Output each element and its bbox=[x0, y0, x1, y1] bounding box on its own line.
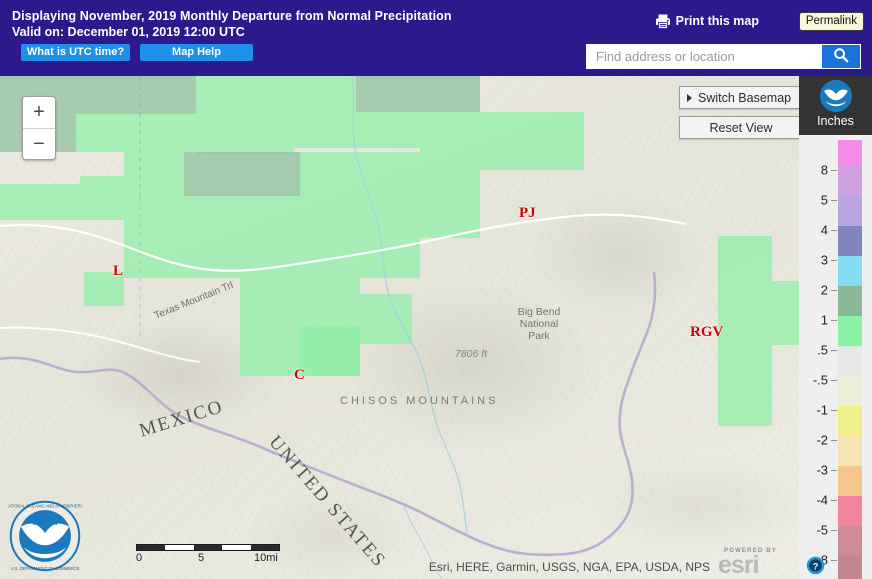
what-is-utc-button[interactable]: What is UTC time? bbox=[21, 44, 130, 61]
legend-tick-group: 854321.5-.5-1-2-3-4-5-8 bbox=[799, 135, 872, 579]
legend-tick bbox=[831, 380, 837, 381]
precipitation-map-app: Displaying November, 2019 Monthly Depart… bbox=[0, 0, 872, 579]
legend-tick bbox=[831, 200, 837, 201]
page-title: Displaying November, 2019 Monthly Depart… bbox=[12, 9, 452, 23]
scale-label-mid: 5 bbox=[198, 552, 205, 564]
legend-tick bbox=[831, 290, 837, 291]
noaa-logo-large: NOAA NATIONAL OCEANIC AND ATMOSPHERIC U.… bbox=[5, 499, 85, 573]
noaa-logo-icon: NOAA bbox=[799, 79, 872, 113]
station-marker-rgv[interactable]: RGV bbox=[690, 324, 723, 341]
svg-text:NOAA: NOAA bbox=[828, 85, 843, 91]
unit-panel: NOAA Inches bbox=[799, 76, 872, 135]
legend-value: 1 bbox=[820, 312, 828, 328]
station-marker-l[interactable]: L bbox=[113, 263, 123, 280]
reset-view-button[interactable]: Reset View bbox=[679, 116, 803, 139]
legend-value: -3 bbox=[816, 462, 828, 478]
print-map-button[interactable]: Print this map bbox=[655, 11, 759, 31]
search-icon bbox=[833, 47, 849, 66]
esri-wordmark: esri bbox=[718, 551, 759, 579]
zoom-control: + − bbox=[22, 96, 56, 160]
legend-tick bbox=[831, 470, 837, 471]
scale-seg bbox=[250, 545, 280, 550]
legend-tick bbox=[831, 500, 837, 501]
legend-value: 8 bbox=[820, 162, 828, 178]
search-input[interactable] bbox=[587, 45, 822, 68]
legend-tick bbox=[831, 440, 837, 441]
scale-seg bbox=[193, 545, 223, 550]
legend-value: 5 bbox=[820, 192, 828, 208]
map-canvas[interactable]: MEXICO UNITED STATES CHISOS MOUNTAINS 7806 … bbox=[0, 76, 872, 579]
scale-seg bbox=[137, 545, 166, 550]
legend-value: .5 bbox=[817, 342, 828, 358]
station-marker-c[interactable]: C bbox=[294, 367, 305, 384]
zoom-out-button[interactable]: − bbox=[23, 128, 55, 159]
map-help-button[interactable]: Map Help bbox=[140, 44, 253, 61]
legend-tick bbox=[831, 260, 837, 261]
legend-value: 4 bbox=[820, 222, 828, 238]
help-icon[interactable]: ? bbox=[806, 556, 825, 575]
legend-tick bbox=[831, 320, 837, 321]
valid-time-text: Valid on: December 01, 2019 12:00 UTC bbox=[12, 25, 245, 39]
unit-label: Inches bbox=[817, 114, 854, 128]
legend-tick bbox=[831, 230, 837, 231]
svg-text:NATIONAL OCEANIC AND ATMOSPHER: NATIONAL OCEANIC AND ATMOSPHERIC bbox=[8, 503, 82, 508]
legend-value: 2 bbox=[820, 282, 828, 298]
chevron-right-icon bbox=[687, 94, 692, 102]
legend-value: -1 bbox=[816, 402, 828, 418]
search-box bbox=[586, 44, 861, 69]
header-bar: Displaying November, 2019 Monthly Depart… bbox=[0, 0, 872, 76]
legend-value: 3 bbox=[820, 252, 828, 268]
legend-tick bbox=[831, 530, 837, 531]
print-map-label: Print this map bbox=[675, 14, 759, 28]
legend-tick bbox=[831, 560, 837, 561]
legend-value: -4 bbox=[816, 492, 828, 508]
switch-basemap-label: Switch Basemap bbox=[698, 90, 792, 105]
scale-label-min: 0 bbox=[136, 552, 143, 564]
svg-text:NOAA: NOAA bbox=[33, 517, 57, 527]
scale-bar-track bbox=[136, 544, 280, 551]
esri-logo: POWERED BY esri bbox=[718, 548, 792, 579]
legend-value: -5 bbox=[816, 522, 828, 538]
scale-bar-labels: 0 5 10mi bbox=[136, 552, 280, 565]
scale-seg bbox=[165, 545, 194, 550]
permalink-button[interactable]: Permalink bbox=[798, 12, 864, 31]
switch-basemap-button[interactable]: Switch Basemap bbox=[679, 86, 803, 109]
svg-text:?: ? bbox=[813, 561, 819, 572]
attribution-text: Esri, HERE, Garmin, USGS, NGA, EPA, USDA… bbox=[428, 560, 710, 574]
legend-tick bbox=[831, 170, 837, 171]
scale-bar: 0 5 10mi bbox=[136, 544, 280, 565]
printer-icon bbox=[655, 14, 671, 29]
legend-value: -.5 bbox=[812, 372, 828, 388]
zoom-in-button[interactable]: + bbox=[23, 97, 55, 128]
attribution-area: Esri, HERE, Garmin, USGS, NGA, EPA, USDA… bbox=[428, 548, 792, 579]
legend-tick bbox=[831, 410, 837, 411]
search-button[interactable] bbox=[822, 45, 860, 68]
station-marker-pj[interactable]: PJ bbox=[519, 205, 536, 222]
scale-label-max: 10mi bbox=[254, 552, 278, 564]
border-and-rivers bbox=[0, 76, 687, 579]
svg-text:U.S. DEPARTMENT OF COMMERCE: U.S. DEPARTMENT OF COMMERCE bbox=[11, 566, 80, 571]
scale-seg bbox=[222, 545, 251, 550]
legend-tick bbox=[831, 350, 837, 351]
legend-panel: 854321.5-.5-1-2-3-4-5-8 ? bbox=[799, 135, 872, 579]
legend-value: -2 bbox=[816, 432, 828, 448]
